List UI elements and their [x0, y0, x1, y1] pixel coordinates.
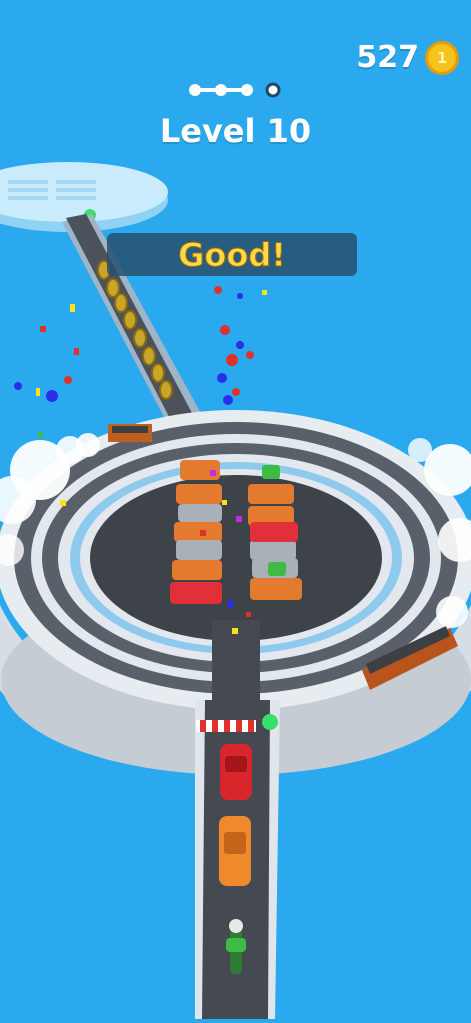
red-car [220, 744, 252, 800]
feedback-banner: Good! [107, 233, 357, 276]
game-scene [0, 162, 471, 1019]
signal-light-icon [262, 714, 278, 730]
level-title: Level 10 [159, 112, 312, 150]
progress-dot-complete [241, 84, 253, 96]
coin-icon: 1 [425, 40, 459, 75]
stage-progress [189, 82, 281, 98]
orange-car [219, 816, 251, 886]
game-viewport[interactable]: 527 1 Level 10 Good! [0, 0, 471, 1019]
coin-count: 527 [356, 40, 419, 75]
coin-counter: 527 1 [356, 40, 459, 75]
progress-dot-current [265, 82, 281, 98]
feedback-text: Good! [178, 235, 287, 274]
small-truck [108, 424, 152, 442]
barrier [196, 720, 256, 732]
